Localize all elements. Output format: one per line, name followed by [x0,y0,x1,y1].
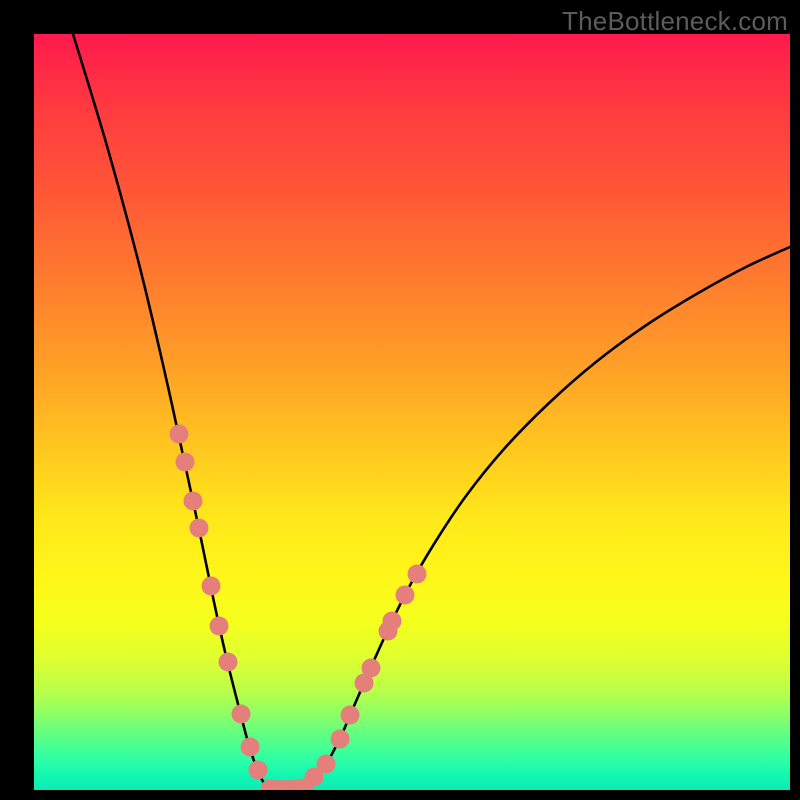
curve-line [73,34,790,790]
data-marker [241,738,260,757]
data-marker [170,425,189,444]
plot-area [34,34,790,790]
data-marker [317,755,336,774]
data-marker [202,577,221,596]
data-marker [210,617,229,636]
data-marker [249,761,268,780]
data-marker [408,565,427,584]
chart-svg [34,34,790,790]
data-marker [176,453,195,472]
data-marker [383,612,402,631]
data-markers [170,425,427,791]
data-marker [219,653,238,672]
data-marker [362,659,381,678]
data-marker [232,705,251,724]
outer-frame: TheBottleneck.com [0,0,800,800]
data-marker [331,730,350,749]
bottleneck-curve [73,34,790,790]
data-marker [341,706,360,725]
data-marker [396,586,415,605]
watermark-text: TheBottleneck.com [562,6,788,37]
data-marker [190,519,209,538]
data-marker [184,492,203,511]
